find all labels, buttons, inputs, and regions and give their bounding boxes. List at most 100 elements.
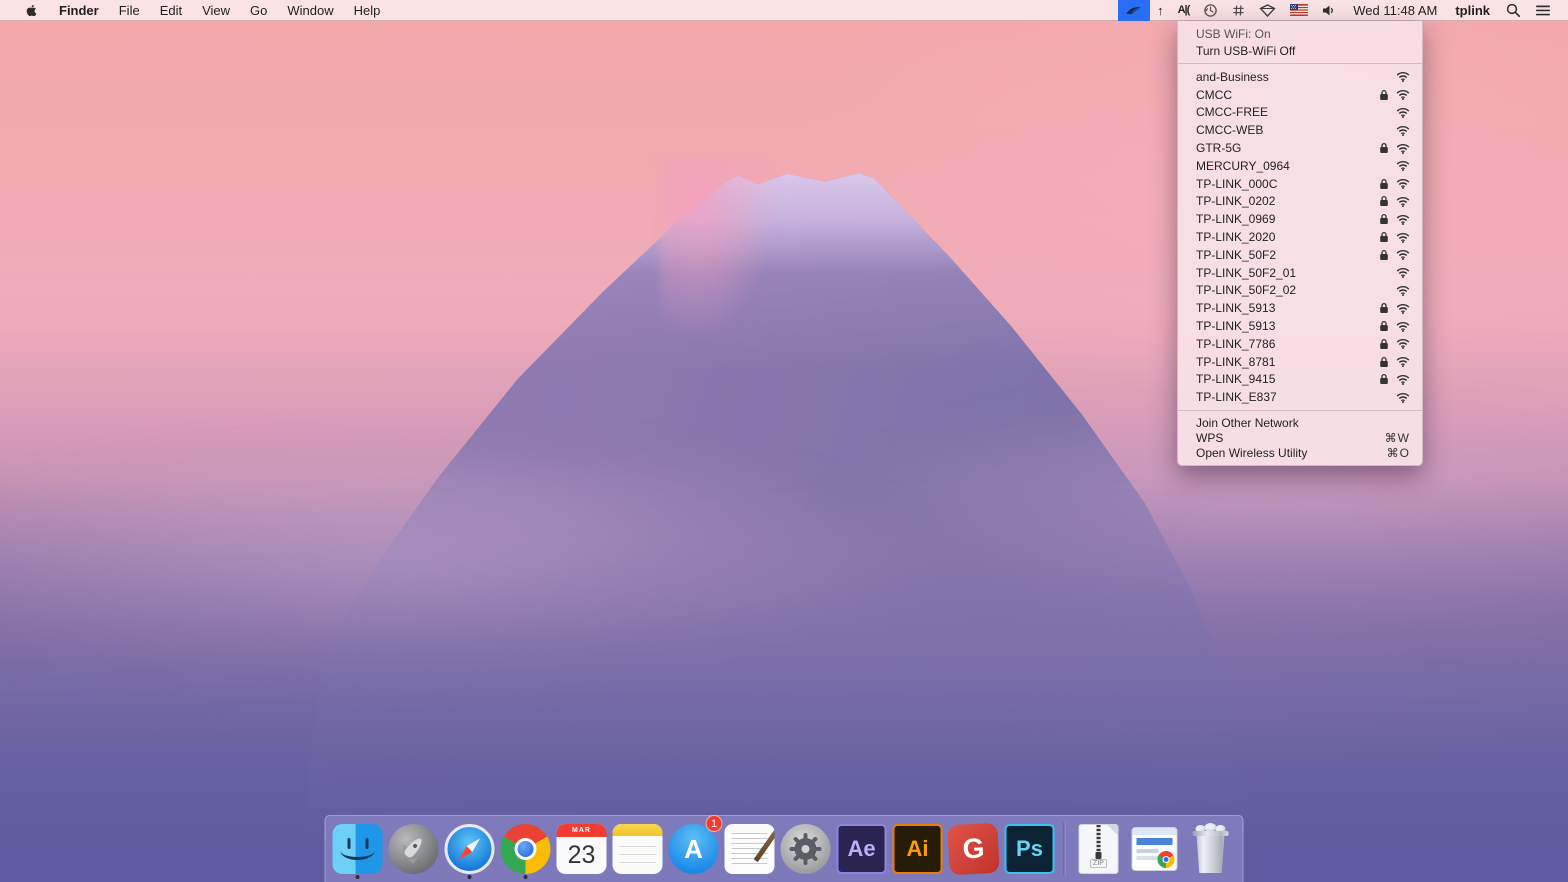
wifi-network-item[interactable]: TP-LINK_7786 bbox=[1178, 335, 1422, 353]
running-indicator bbox=[524, 875, 528, 879]
dock-g-app[interactable]: G bbox=[948, 818, 1000, 880]
dock-notes[interactable] bbox=[612, 818, 664, 880]
running-indicator bbox=[468, 875, 472, 879]
wifi-network-name: TP-LINK_000C bbox=[1196, 177, 1277, 191]
dock-separator bbox=[1064, 822, 1065, 876]
wifi-signal-icon bbox=[1396, 321, 1410, 332]
lock-icon bbox=[1379, 142, 1389, 154]
after-effects-icon: Ae bbox=[837, 824, 887, 874]
apple-icon bbox=[24, 2, 39, 19]
wifi-signal-icon bbox=[1396, 71, 1410, 82]
dock-textedit[interactable] bbox=[724, 818, 776, 880]
apple-menu[interactable] bbox=[14, 0, 49, 21]
dock-zip-file[interactable]: ZIP bbox=[1073, 818, 1125, 880]
dock-after-effects[interactable]: Ae bbox=[836, 818, 888, 880]
dock-app-store[interactable]: A 1 bbox=[668, 818, 720, 880]
wifi-network-item[interactable]: TP-LINK_5913 bbox=[1178, 299, 1422, 317]
time-machine-icon[interactable] bbox=[1196, 0, 1225, 21]
dock-finder[interactable] bbox=[332, 818, 384, 880]
wifi-network-name: GTR-5G bbox=[1196, 141, 1241, 155]
calendar-month: MAR bbox=[557, 824, 607, 837]
wifi-signal-icon bbox=[1396, 392, 1410, 403]
volume-icon[interactable] bbox=[1315, 0, 1344, 21]
diamond-icon[interactable] bbox=[1252, 0, 1283, 21]
zip-file-icon: ZIP bbox=[1079, 824, 1119, 874]
chrome-icon bbox=[501, 824, 551, 874]
running-indicator bbox=[356, 875, 360, 879]
wifi-network-item[interactable]: TP-LINK_0969 bbox=[1178, 210, 1422, 228]
wifi-signal-icon bbox=[1396, 232, 1410, 243]
wps-menu-item[interactable]: WPS ⌘W bbox=[1178, 430, 1422, 445]
trash-full-icon bbox=[1192, 825, 1230, 873]
wifi-network-list: and-Business CMCC CMCC-FREE CMCC-WEB GTR… bbox=[1178, 68, 1422, 406]
dock-safari[interactable] bbox=[444, 818, 496, 880]
wifi-signal-icon bbox=[1396, 267, 1410, 278]
wifi-network-item[interactable]: TP-LINK_50F2_01 bbox=[1178, 264, 1422, 282]
dock-calendar[interactable]: MAR 23 bbox=[556, 818, 608, 880]
dock-system-preferences[interactable] bbox=[780, 818, 832, 880]
lock-icon bbox=[1379, 213, 1389, 225]
notification-center-icon[interactable] bbox=[1528, 0, 1558, 21]
turn-usb-wifi-off[interactable]: Turn USB-WiFi Off bbox=[1178, 42, 1422, 59]
upload-arrow-icon[interactable]: ↑ bbox=[1150, 0, 1171, 21]
wifi-network-name: TP-LINK_0969 bbox=[1196, 212, 1275, 226]
wifi-network-item[interactable]: CMCC-FREE bbox=[1178, 104, 1422, 122]
dock-photoshop[interactable]: Ps bbox=[1004, 818, 1056, 880]
menu-finder[interactable]: Finder bbox=[49, 0, 109, 21]
lock-icon bbox=[1379, 178, 1389, 190]
wifi-network-item[interactable]: TP-LINK_0202 bbox=[1178, 193, 1422, 211]
menu-view[interactable]: View bbox=[192, 0, 240, 21]
dock-trash[interactable] bbox=[1185, 818, 1237, 880]
wifi-network-name: TP-LINK_8781 bbox=[1196, 355, 1275, 369]
spotlight-search-icon[interactable] bbox=[1499, 0, 1528, 21]
wifi-network-item[interactable]: MERCURY_0964 bbox=[1178, 157, 1422, 175]
wifi-network-name: and-Business bbox=[1196, 70, 1269, 84]
dock-illustrator[interactable]: Ai bbox=[892, 818, 944, 880]
system-preferences-icon bbox=[781, 824, 831, 874]
wifi-signal-icon bbox=[1396, 303, 1410, 314]
wifi-network-name: TP-LINK_7786 bbox=[1196, 337, 1275, 351]
menu-edit[interactable]: Edit bbox=[150, 0, 192, 21]
menu-separator bbox=[1178, 410, 1422, 411]
input-method-icon[interactable]: A|( bbox=[1171, 0, 1197, 21]
wifi-network-item[interactable]: GTR-5G bbox=[1178, 139, 1422, 157]
dock-chrome-html-file[interactable] bbox=[1129, 818, 1181, 880]
wifi-signal-icon bbox=[1396, 356, 1410, 367]
menu-file[interactable]: File bbox=[109, 0, 150, 21]
menu-go[interactable]: Go bbox=[240, 0, 277, 21]
menu-bar-clock[interactable]: Wed 11:48 AM bbox=[1344, 3, 1446, 18]
wifi-signal-icon bbox=[1396, 249, 1410, 260]
wifi-network-item[interactable]: and-Business bbox=[1178, 68, 1422, 86]
wifi-signal-icon bbox=[1396, 107, 1410, 118]
lock-icon bbox=[1379, 231, 1389, 243]
wifi-network-item[interactable]: CMCC bbox=[1178, 86, 1422, 104]
wifi-signal-icon bbox=[1396, 338, 1410, 349]
wifi-network-item[interactable]: TP-LINK_000C bbox=[1178, 175, 1422, 193]
wifi-network-item[interactable]: TP-LINK_50F2_02 bbox=[1178, 282, 1422, 300]
wifi-network-name: TP-LINK_E837 bbox=[1196, 390, 1277, 404]
wifi-network-name: TP-LINK_2020 bbox=[1196, 230, 1275, 244]
shortcut-label: ⌘O bbox=[1387, 446, 1410, 460]
keyboard-icon[interactable] bbox=[1225, 0, 1252, 21]
wifi-network-item[interactable]: TP-LINK_8781 bbox=[1178, 353, 1422, 371]
wifi-network-item[interactable]: TP-LINK_2020 bbox=[1178, 228, 1422, 246]
wifi-network-name: TP-LINK_50F2 bbox=[1196, 248, 1276, 262]
wifi-network-name: CMCC-FREE bbox=[1196, 105, 1268, 119]
us-flag-icon[interactable] bbox=[1283, 0, 1315, 21]
wifi-network-item[interactable]: TP-LINK_50F2 bbox=[1178, 246, 1422, 264]
wifi-network-item[interactable]: TP-LINK_5913 bbox=[1178, 317, 1422, 335]
calendar-day: 23 bbox=[557, 837, 607, 874]
menu-help[interactable]: Help bbox=[344, 0, 391, 21]
dock-launchpad[interactable] bbox=[388, 818, 440, 880]
dock-chrome[interactable] bbox=[500, 818, 552, 880]
menu-window[interactable]: Window bbox=[277, 0, 343, 21]
fast-user-switching-menu[interactable]: tplink bbox=[1446, 3, 1499, 18]
open-wireless-utility[interactable]: Open Wireless Utility ⌘O bbox=[1178, 445, 1422, 460]
wifi-network-name: CMCC-WEB bbox=[1196, 123, 1263, 137]
tplink-wifi-utility-icon[interactable] bbox=[1118, 0, 1150, 21]
lock-icon bbox=[1379, 89, 1389, 101]
wifi-network-item[interactable]: TP-LINK_E837 bbox=[1178, 388, 1422, 406]
wifi-network-item[interactable]: TP-LINK_9415 bbox=[1178, 371, 1422, 389]
wifi-network-item[interactable]: CMCC-WEB bbox=[1178, 121, 1422, 139]
join-other-network[interactable]: Join Other Network bbox=[1178, 415, 1422, 430]
